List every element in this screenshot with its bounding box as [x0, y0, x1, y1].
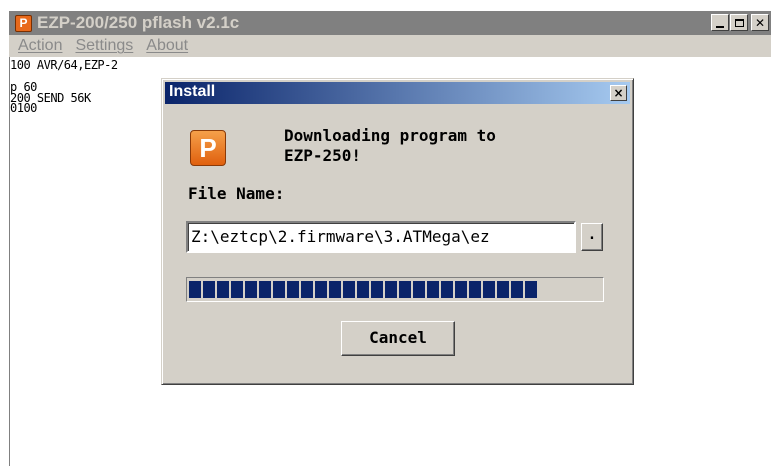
close-button[interactable]: ✕ [751, 14, 769, 31]
window-controls: ✕ [710, 14, 769, 31]
close-icon: × [613, 86, 624, 100]
progress-segment [357, 281, 369, 298]
progress-segment [301, 281, 313, 298]
progress-segment [273, 281, 285, 298]
progress-segment [231, 281, 243, 298]
log-line: 100 AVR/64,EZP-2 [10, 58, 118, 72]
message-line-1: Downloading program to [284, 126, 496, 145]
progress-segment [203, 281, 215, 298]
progress-bar [186, 277, 604, 302]
menu-action[interactable]: Action [18, 37, 62, 55]
progress-segment [399, 281, 411, 298]
close-icon: ✕ [754, 15, 766, 30]
dialog-titlebar[interactable]: Install × [165, 82, 630, 104]
minimize-icon [716, 25, 724, 28]
progress-segment [217, 281, 229, 298]
progress-segment [385, 281, 397, 298]
menu-settings[interactable]: Settings [75, 37, 133, 55]
main-window-title: EZP-200/250 pflash v2.1c [37, 13, 240, 32]
progress-segment [259, 281, 271, 298]
file-name-field[interactable]: Z:\eztcp\2.firmware\3.ATMega\ez [186, 221, 576, 253]
progress-segment [413, 281, 425, 298]
cancel-button[interactable]: Cancel [341, 321, 455, 356]
progress-segment [329, 281, 341, 298]
browse-button[interactable]: . [581, 223, 603, 251]
progress-segment [525, 281, 537, 298]
maximize-button[interactable] [730, 14, 748, 31]
progress-segment [483, 281, 495, 298]
maximize-icon [734, 18, 744, 27]
menu-bar: Action Settings About [9, 35, 771, 57]
installer-p-icon: P [190, 130, 226, 166]
progress-segment [287, 281, 299, 298]
message-line-2: EZP-250! [284, 146, 362, 165]
file-name-label: File Name: [188, 184, 285, 203]
install-dialog: Install × P Downloading program to EZP-2… [161, 78, 634, 385]
progress-segment [455, 281, 467, 298]
progress-segment [497, 281, 509, 298]
progress-segment [469, 281, 481, 298]
progress-segment [189, 281, 201, 298]
dialog-close-button[interactable]: × [610, 85, 627, 101]
log-line: 0100 [10, 101, 37, 115]
progress-segment [343, 281, 355, 298]
app-p-icon[interactable]: P [15, 15, 32, 32]
minimize-button[interactable] [711, 14, 729, 31]
progress-segment [511, 281, 523, 298]
menu-about[interactable]: About [146, 37, 188, 55]
dialog-title: Install [169, 83, 216, 100]
download-message: Downloading program to EZP-250! [284, 126, 496, 166]
progress-segment [315, 281, 327, 298]
progress-segment [427, 281, 439, 298]
main-titlebar[interactable]: P EZP-200/250 pflash v2.1c ✕ [9, 11, 771, 35]
progress-segment [441, 281, 453, 298]
progress-segment [371, 281, 383, 298]
progress-segment [245, 281, 257, 298]
